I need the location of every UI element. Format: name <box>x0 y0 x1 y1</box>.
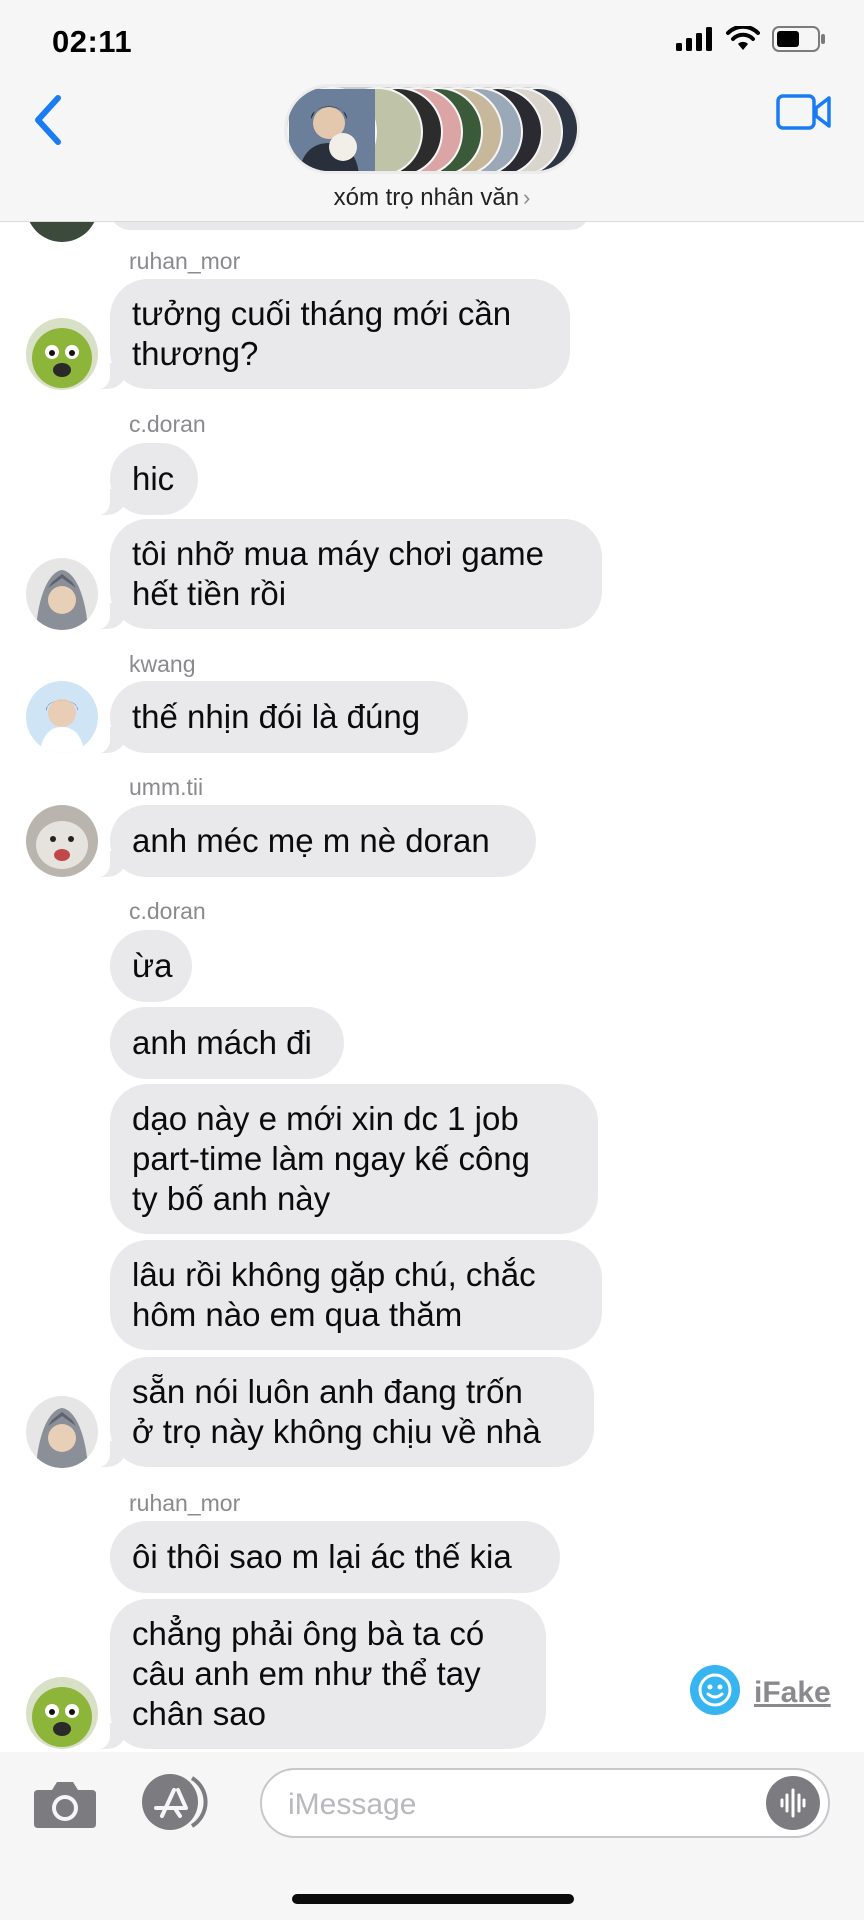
sender-name: kwang <box>129 651 196 677</box>
home-indicator[interactable] <box>292 1894 574 1904</box>
smiley-icon <box>690 1665 740 1720</box>
message-bubble: anh méc mẹ m nè doran <box>90 805 536 878</box>
avatar-ruhan-mor <box>26 318 98 390</box>
back-chevron-icon <box>28 95 68 154</box>
app-store-button[interactable] <box>140 1772 216 1832</box>
avatar-c-doran <box>26 1396 98 1468</box>
sender-name: umm.tii <box>129 774 204 800</box>
app-store-icon <box>140 1774 216 1836</box>
group-name[interactable]: xóm trọ nhân văn › <box>0 184 864 212</box>
camera-icon <box>32 1782 98 1836</box>
imessage-placeholder: iMessage <box>288 1788 417 1821</box>
message-bubble: chẳng phải ông bà ta có câu anh em như t… <box>90 1599 546 1750</box>
message-bubble: thế nhịn đói là đúng <box>90 681 468 754</box>
group-name-chevron-icon: › <box>523 185 531 210</box>
ifake-watermark: iFake <box>690 1665 831 1720</box>
message-bubble: tôi nhỡ mua máy chơi game hết tiền rồi <box>90 519 602 630</box>
message-bubble: lâu rồi không gặp chú, chắc hôm nào em q… <box>110 1240 602 1350</box>
status-icons <box>676 24 826 57</box>
avatar-kwang <box>26 681 98 753</box>
sender-name: c.doran <box>129 411 206 437</box>
imessage-input[interactable]: iMessage <box>260 1768 830 1838</box>
message-bubble: hic <box>90 443 198 516</box>
message-bubble: tưởng cuối tháng mới cần thương? <box>90 279 570 390</box>
group-name-label: xóm trọ nhân văn <box>333 184 520 211</box>
sender-name: ruhan_mor <box>129 1490 241 1516</box>
facetime-video-button[interactable] <box>776 92 832 132</box>
sender-name: ruhan_mor <box>129 248 241 274</box>
group-member-avatar <box>287 87 377 171</box>
signal-icon <box>676 27 714 56</box>
wifi-icon <box>726 24 760 57</box>
camera-button[interactable] <box>32 1776 98 1832</box>
audio-message-button[interactable] <box>766 1776 820 1830</box>
audio-waveform-icon <box>766 1788 820 1834</box>
group-avatar-stack[interactable] <box>284 84 580 174</box>
sender-name: c.doran <box>129 898 206 924</box>
message-bubble: sẵn nói luôn anh đang trốn ở trọ này khô… <box>90 1357 594 1468</box>
message-bubble: ôi thôi sao m lại ác thế kia <box>110 1521 560 1593</box>
avatar-umm-tii <box>26 805 98 877</box>
battery-icon <box>772 26 826 57</box>
message-bubble: ừa <box>110 930 192 1002</box>
avatar-ruhan-mor <box>26 1677 98 1749</box>
chat-area: ruhan_mor tưởng cuối tháng mới cần thươn… <box>0 0 864 1920</box>
video-camera-icon <box>776 94 832 136</box>
status-time: 02:11 <box>52 24 133 59</box>
watermark-label: iFake <box>754 1675 831 1709</box>
message-bubble: dạo này e mới xin dc 1 job part-time làm… <box>110 1084 598 1234</box>
avatar-c-doran <box>26 558 98 630</box>
back-button[interactable] <box>28 90 68 150</box>
message-input-bar: iMessage <box>0 1752 864 1920</box>
conversation-header: 02:11 xóm trọ nhân văn › <box>0 0 864 222</box>
message-bubble: anh mách đi <box>110 1007 344 1079</box>
